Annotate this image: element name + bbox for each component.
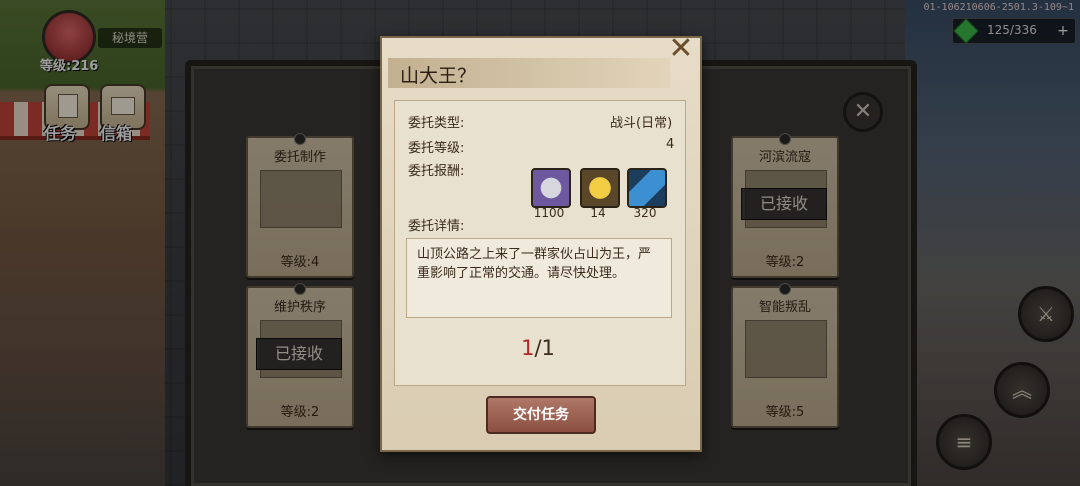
gold-coin-icon[interactable] [580, 168, 620, 208]
reward-amount-silver: 1100 [533, 206, 565, 220]
silver-coin-icon[interactable] [531, 168, 571, 208]
blue-card-icon[interactable] [627, 168, 667, 208]
dialog-close-icon[interactable]: ✕ [666, 34, 696, 64]
dialog-title-bar: 山大王？ [388, 58, 670, 88]
task-type-label: 委托类型: [408, 116, 465, 131]
submit-task-button[interactable]: 交付任务 [486, 396, 596, 434]
task-level-value: 4 [666, 137, 675, 152]
page-current: 1 [521, 336, 535, 360]
task-type-value: 战斗(日常) [610, 116, 673, 131]
page-total: /1 [534, 336, 555, 360]
task-detail-label: 委托详情: [408, 219, 465, 234]
task-level-label: 委托等级: [408, 141, 465, 156]
reward-amount-card: 320 [633, 206, 657, 220]
reward-amount-gold: 14 [590, 206, 606, 220]
task-reward-label: 委托报酬: [408, 164, 465, 179]
dialog-title: 山大王？ [400, 65, 477, 87]
task-description-box: 山顶公路之上来了一群家伙占山为王，严重影响了正常的交通。请尽快处理。 [406, 238, 672, 318]
task-description: 山顶公路之上来了一群家伙占山为王，严重影响了正常的交通。请尽快处理。 [417, 247, 652, 281]
page-indicator: 1/1 [508, 336, 568, 360]
